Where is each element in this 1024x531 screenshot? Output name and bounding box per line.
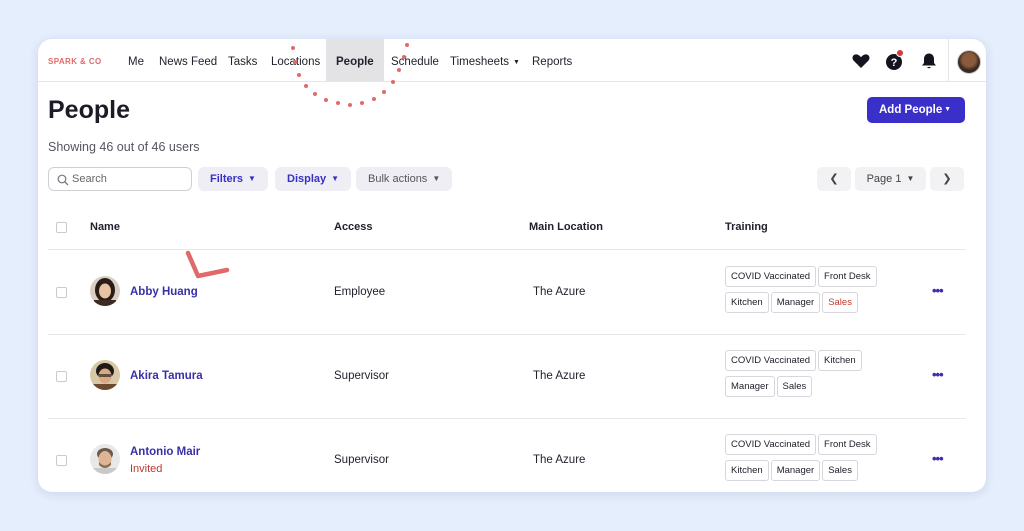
table-row[interactable]: Akira Tamura Supervisor The Azure COVID … xyxy=(48,335,966,419)
page-label: Page 1 xyxy=(866,173,902,185)
chevron-left-icon: ❮ xyxy=(829,173,839,185)
nav-item-timesheets-label: Timesheets xyxy=(450,56,510,68)
page-title: People xyxy=(48,96,130,124)
results-count: Showing 46 out of 46 users xyxy=(48,140,200,154)
bulk-actions-button[interactable]: Bulk actions ▼ xyxy=(356,167,453,191)
add-people-button[interactable]: Add People ▼ xyxy=(867,97,965,123)
training-tag: Kitchen xyxy=(818,350,862,371)
access-level: Supervisor xyxy=(334,370,389,382)
chevron-down-icon: ▼ xyxy=(331,174,340,183)
heart-icon[interactable] xyxy=(851,51,871,71)
caret-down-icon: ▼ xyxy=(513,59,520,66)
nav-item-reports[interactable]: Reports xyxy=(532,39,572,81)
help-icon[interactable]: ? xyxy=(885,49,905,71)
training-tag: Kitchen xyxy=(725,292,769,313)
user-avatar[interactable] xyxy=(957,50,981,74)
training-tag: Sales xyxy=(776,376,813,397)
training-tags: COVID Vaccinated Front Desk Kitchen Manage… xyxy=(725,266,905,318)
more-actions-icon[interactable]: ••• xyxy=(932,451,944,466)
training-tag: Manager xyxy=(725,376,775,397)
bell-icon[interactable] xyxy=(919,51,939,71)
person-name[interactable]: Akira Tamura xyxy=(130,370,203,382)
app-window: SPARK & CO Me News Feed Tasks Locations … xyxy=(38,39,986,492)
person-name[interactable]: Abby Huang xyxy=(130,286,198,298)
training-tag: Front Desk xyxy=(818,434,877,455)
nav-item-schedule[interactable]: Schedule xyxy=(391,39,439,81)
nav-divider xyxy=(948,39,949,81)
training-tag-alert: Sales xyxy=(822,292,858,313)
bulk-actions-label: Bulk actions xyxy=(368,173,428,185)
search-box[interactable] xyxy=(48,167,192,191)
row-checkbox[interactable] xyxy=(56,455,67,466)
brand-logo[interactable]: SPARK & CO xyxy=(48,57,102,66)
nav-item-people[interactable]: People xyxy=(326,39,384,81)
search-icon xyxy=(57,173,69,186)
table-row[interactable]: Antonio Mair Invited Supervisor The Azur… xyxy=(48,419,966,492)
filters-button[interactable]: Filters ▼ xyxy=(198,167,268,191)
training-tag: Manager xyxy=(770,460,821,481)
chevron-down-icon: ▼ xyxy=(906,174,915,183)
display-label: Display xyxy=(287,173,327,185)
table-row[interactable]: Abby Huang Employee The Azure COVID Vacc… xyxy=(48,250,966,334)
training-tag: Sales xyxy=(822,460,858,481)
chevron-down-icon: ▼ xyxy=(248,174,256,183)
next-page-button[interactable]: ❯ xyxy=(930,167,964,191)
row-checkbox[interactable] xyxy=(56,287,67,298)
access-level: Employee xyxy=(334,286,386,298)
training-tag: Kitchen xyxy=(725,460,769,481)
avatar xyxy=(90,276,120,306)
caret-down-icon: ▼ xyxy=(944,106,951,113)
more-actions-icon[interactable]: ••• xyxy=(932,367,944,382)
access-level: Supervisor xyxy=(334,454,389,466)
page-select[interactable]: Page 1 ▼ xyxy=(855,167,926,191)
chevron-right-icon: ❯ xyxy=(942,173,952,185)
training-tag: COVID Vaccinated xyxy=(725,434,817,455)
column-header-access[interactable]: Access xyxy=(334,221,373,233)
search-input[interactable] xyxy=(72,170,187,188)
display-button[interactable]: Display ▼ xyxy=(275,167,352,191)
main-location: The Azure xyxy=(533,454,586,466)
row-checkbox[interactable] xyxy=(56,371,67,382)
add-people-label: Add People xyxy=(879,104,943,116)
avatar xyxy=(90,444,120,474)
training-tag: COVID Vaccinated xyxy=(725,266,817,287)
nav-item-tasks[interactable]: Tasks xyxy=(228,39,257,81)
avatar xyxy=(90,360,120,390)
training-tag: Front Desk xyxy=(818,266,877,287)
filters-label: Filters xyxy=(210,173,244,185)
svg-text:?: ? xyxy=(891,57,898,69)
training-tag: COVID Vaccinated xyxy=(725,350,817,371)
nav-item-news-feed[interactable]: News Feed xyxy=(159,39,217,81)
main-location: The Azure xyxy=(533,286,586,298)
training-tags: COVID Vaccinated Front Desk Kitchen Manage… xyxy=(725,434,905,486)
prev-page-button[interactable]: ❮ xyxy=(817,167,851,191)
more-actions-icon[interactable]: ••• xyxy=(932,283,944,298)
training-tag: Manager xyxy=(770,292,821,313)
top-nav: SPARK & CO Me News Feed Tasks Locations … xyxy=(38,39,986,82)
nav-item-timesheets[interactable]: Timesheets ▼ xyxy=(450,39,520,81)
select-all-checkbox[interactable] xyxy=(56,222,67,233)
column-header-name[interactable]: Name xyxy=(90,221,120,233)
column-header-training[interactable]: Training xyxy=(725,221,768,233)
person-name[interactable]: Antonio Mair xyxy=(130,446,200,458)
main-location: The Azure xyxy=(533,370,586,382)
nav-item-locations[interactable]: Locations xyxy=(271,39,320,81)
chevron-down-icon: ▼ xyxy=(432,174,441,183)
nav-item-me[interactable]: Me xyxy=(128,39,144,81)
invite-status: Invited xyxy=(130,463,163,475)
training-tags: COVID Vaccinated Kitchen Manager Sales xyxy=(725,350,905,402)
notification-badge xyxy=(896,49,904,57)
column-header-main-location[interactable]: Main Location xyxy=(529,221,603,233)
